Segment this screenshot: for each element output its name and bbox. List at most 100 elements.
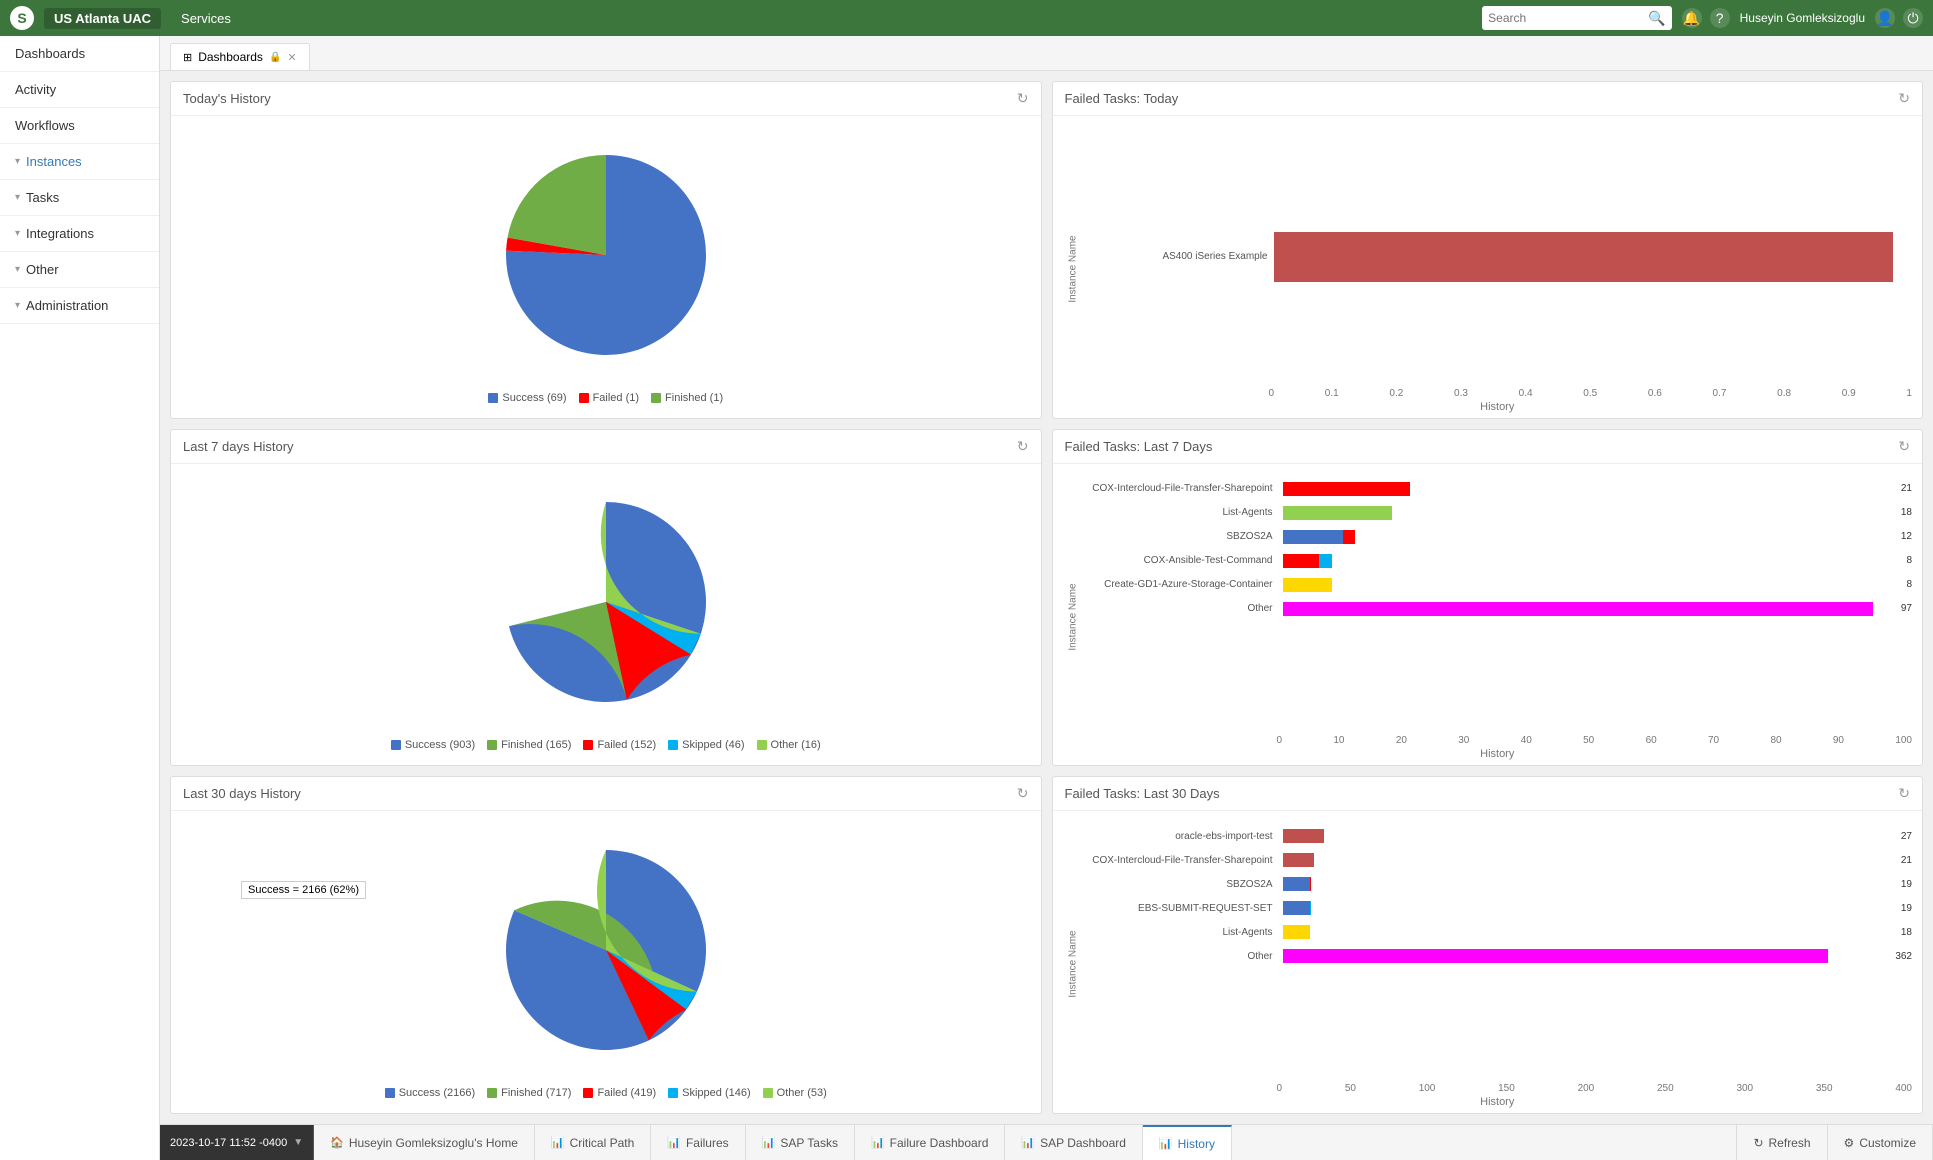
today-pie-legend: Success (69) Failed (1) Finished (1) bbox=[181, 384, 1031, 408]
legend-failed-7days: Failed (152) bbox=[583, 739, 656, 751]
legend-dot-o30 bbox=[763, 1088, 773, 1098]
tab-dashboards[interactable]: ⊞ Dashboards 🔒 ✕ bbox=[170, 43, 310, 70]
bar-track-oracle bbox=[1283, 829, 1891, 843]
sidebar-item-dashboards[interactable]: Dashboards bbox=[0, 36, 159, 72]
panel-failed-7days-refresh[interactable]: ↻ bbox=[1898, 438, 1910, 455]
sap-tasks-icon: 📊 bbox=[762, 1136, 776, 1149]
bar-value-cox-ft-30: 21 bbox=[1901, 855, 1912, 866]
bar-row-cox-ansible: COX-Ansible-Test-Command 8 bbox=[1083, 551, 1913, 571]
failed-today-bar-chart: Instance Name AS400 iSeries Example bbox=[1063, 126, 1913, 413]
30days-pie-svg bbox=[506, 850, 706, 1050]
panel-failed-7days-body: Instance Name COX-Intercloud-File-Transf… bbox=[1053, 464, 1923, 766]
bar-row-other-7days: Other 97 bbox=[1083, 599, 1913, 619]
sidebar-item-instances[interactable]: ▾ Instances bbox=[0, 144, 159, 180]
bottombar-item-critical-path[interactable]: 📊 Critical Path bbox=[535, 1125, 651, 1160]
failed-7days-bar-area: COX-Intercloud-File-Transfer-Sharepoint … bbox=[1083, 474, 1913, 736]
sap-tasks-label: SAP Tasks bbox=[780, 1136, 838, 1150]
sidebar: Dashboards Activity Workflows ▾ Instance… bbox=[0, 36, 160, 1160]
sidebar-item-activity[interactable]: Activity bbox=[0, 72, 159, 108]
7days-pie-chart bbox=[181, 474, 1031, 732]
services-menu[interactable]: Services bbox=[171, 8, 241, 29]
panel-failed-today: Failed Tasks: Today ↻ Instance Name AS40… bbox=[1052, 81, 1924, 419]
bottombar-item-history[interactable]: 📊 History bbox=[1143, 1125, 1232, 1160]
sidebar-item-other[interactable]: ▾ Other bbox=[0, 252, 159, 288]
help-icon[interactable]: ? bbox=[1710, 8, 1730, 28]
other-arrow: ▾ bbox=[15, 264, 20, 275]
customize-button[interactable]: ⚙ Customize bbox=[1828, 1125, 1933, 1160]
legend-success-7days: Success (903) bbox=[391, 739, 475, 751]
legend-dot-finished bbox=[651, 393, 661, 403]
pie-tooltip-30days: Success = 2166 (62%) bbox=[241, 881, 366, 899]
bar-fill-create-gd1 bbox=[1283, 578, 1332, 592]
failures-label: Failures bbox=[686, 1136, 729, 1150]
sidebar-item-integrations[interactable]: ▾ Integrations bbox=[0, 216, 159, 252]
legend-dot-fa30 bbox=[583, 1088, 593, 1098]
sidebar-item-workflows[interactable]: Workflows bbox=[0, 108, 159, 144]
bottombar-item-failures[interactable]: 📊 Failures bbox=[651, 1125, 745, 1160]
refresh-icon: ↻ bbox=[1753, 1136, 1763, 1150]
bar-label-other-30days: Other bbox=[1083, 951, 1273, 962]
app-logo: S bbox=[10, 6, 34, 30]
sidebar-item-administration[interactable]: ▾ Administration bbox=[0, 288, 159, 324]
panel-failed-7days-title: Failed Tasks: Last 7 Days bbox=[1065, 439, 1213, 454]
panel-7days-history-refresh[interactable]: ↻ bbox=[1017, 438, 1029, 455]
legend-finished-today: Finished (1) bbox=[651, 392, 723, 404]
user-avatar[interactable]: 👤 bbox=[1875, 8, 1895, 28]
panel-failed-today-refresh[interactable]: ↻ bbox=[1898, 90, 1910, 107]
panel-today-history-refresh[interactable]: ↻ bbox=[1017, 90, 1029, 107]
panel-7days-history: Last 7 days History ↻ bbox=[170, 429, 1042, 767]
bell-icon[interactable]: 🔔 bbox=[1682, 8, 1702, 28]
legend-label-sk30: Skipped (146) bbox=[682, 1087, 751, 1099]
sidebar-label-instances: Instances bbox=[26, 154, 82, 169]
panel-failed-30days-refresh[interactable]: ↻ bbox=[1898, 785, 1910, 802]
bar-label-other-7days: Other bbox=[1083, 603, 1273, 614]
legend-label-o7: Other (16) bbox=[771, 739, 821, 751]
bar-track-cox-ft bbox=[1283, 482, 1891, 496]
home-label: Huseyin Gomleksizoglu's Home bbox=[349, 1136, 518, 1150]
bar-track-as400 bbox=[1274, 232, 1913, 282]
legend-label-fa30: Failed (419) bbox=[597, 1087, 656, 1099]
bar-label-ebs-submit: EBS-SUBMIT-REQUEST-SET bbox=[1083, 903, 1273, 914]
history-icon: 📊 bbox=[1159, 1137, 1173, 1150]
bar-row-ebs-submit: EBS-SUBMIT-REQUEST-SET 19 bbox=[1083, 898, 1913, 918]
bar-track-sbzos2a-30 bbox=[1283, 877, 1891, 891]
bar-track-other-7days bbox=[1283, 602, 1891, 616]
clock-arrow: ▼ bbox=[293, 1137, 303, 1148]
sidebar-item-tasks[interactable]: ▾ Tasks bbox=[0, 180, 159, 216]
bar-value-cox-ft: 21 bbox=[1901, 483, 1912, 494]
legend-label-s7: Success (903) bbox=[405, 739, 475, 751]
bottombar-item-sap-tasks[interactable]: 📊 SAP Tasks bbox=[746, 1125, 855, 1160]
bar-value-cox-ansible: 8 bbox=[1906, 555, 1912, 566]
bar-fill-oracle bbox=[1283, 829, 1324, 843]
legend-dot-fa7 bbox=[583, 740, 593, 750]
bar-row-other-30days: Other 362 bbox=[1083, 946, 1913, 966]
history-label: History bbox=[1178, 1137, 1215, 1151]
search-bar[interactable]: 🔍 bbox=[1482, 6, 1671, 30]
legend-dot-success bbox=[488, 393, 498, 403]
power-icon[interactable]: ⏻ bbox=[1903, 8, 1923, 28]
legend-dot-s7 bbox=[391, 740, 401, 750]
failed-30days-x-title: History bbox=[1083, 1096, 1913, 1108]
bar-row-oracle: oracle-ebs-import-test 27 bbox=[1083, 826, 1913, 846]
legend-finished-30days: Finished (717) bbox=[487, 1087, 571, 1099]
panel-30days-history-refresh[interactable]: ↻ bbox=[1017, 785, 1029, 802]
bottombar-item-home[interactable]: 🏠 Huseyin Gomleksizoglu's Home bbox=[314, 1125, 535, 1160]
failed-7days-x-axis: 0102030405060708090100 bbox=[1277, 735, 1913, 746]
bottombar-item-sap-dashboard[interactable]: 📊 SAP Dashboard bbox=[1005, 1125, 1143, 1160]
search-input[interactable] bbox=[1488, 11, 1648, 25]
tab-dashboards-label: Dashboards bbox=[198, 50, 263, 64]
bar-fill-as400 bbox=[1274, 232, 1893, 282]
legend-dot-f30 bbox=[487, 1088, 497, 1098]
bottombar-item-failure-dashboard[interactable]: 📊 Failure Dashboard bbox=[855, 1125, 1005, 1160]
legend-failed-30days: Failed (419) bbox=[583, 1087, 656, 1099]
sidebar-label-activity: Activity bbox=[15, 82, 56, 97]
failed-30days-bar-chart: Instance Name oracle-ebs-import-test 27 bbox=[1063, 821, 1913, 1108]
tab-close-button[interactable]: ✕ bbox=[287, 51, 296, 64]
legend-dot-failed bbox=[579, 393, 589, 403]
system-clock: 2023-10-17 11:52 -0400 ▼ bbox=[160, 1125, 314, 1160]
refresh-label: Refresh bbox=[1769, 1136, 1811, 1150]
refresh-button[interactable]: ↻ Refresh bbox=[1737, 1125, 1827, 1160]
panel-today-history-body: Success (69) Failed (1) Finished (1) bbox=[171, 116, 1041, 418]
bar-fill-other-7days bbox=[1283, 602, 1873, 616]
app-name: US Atlanta UAC bbox=[44, 8, 161, 29]
